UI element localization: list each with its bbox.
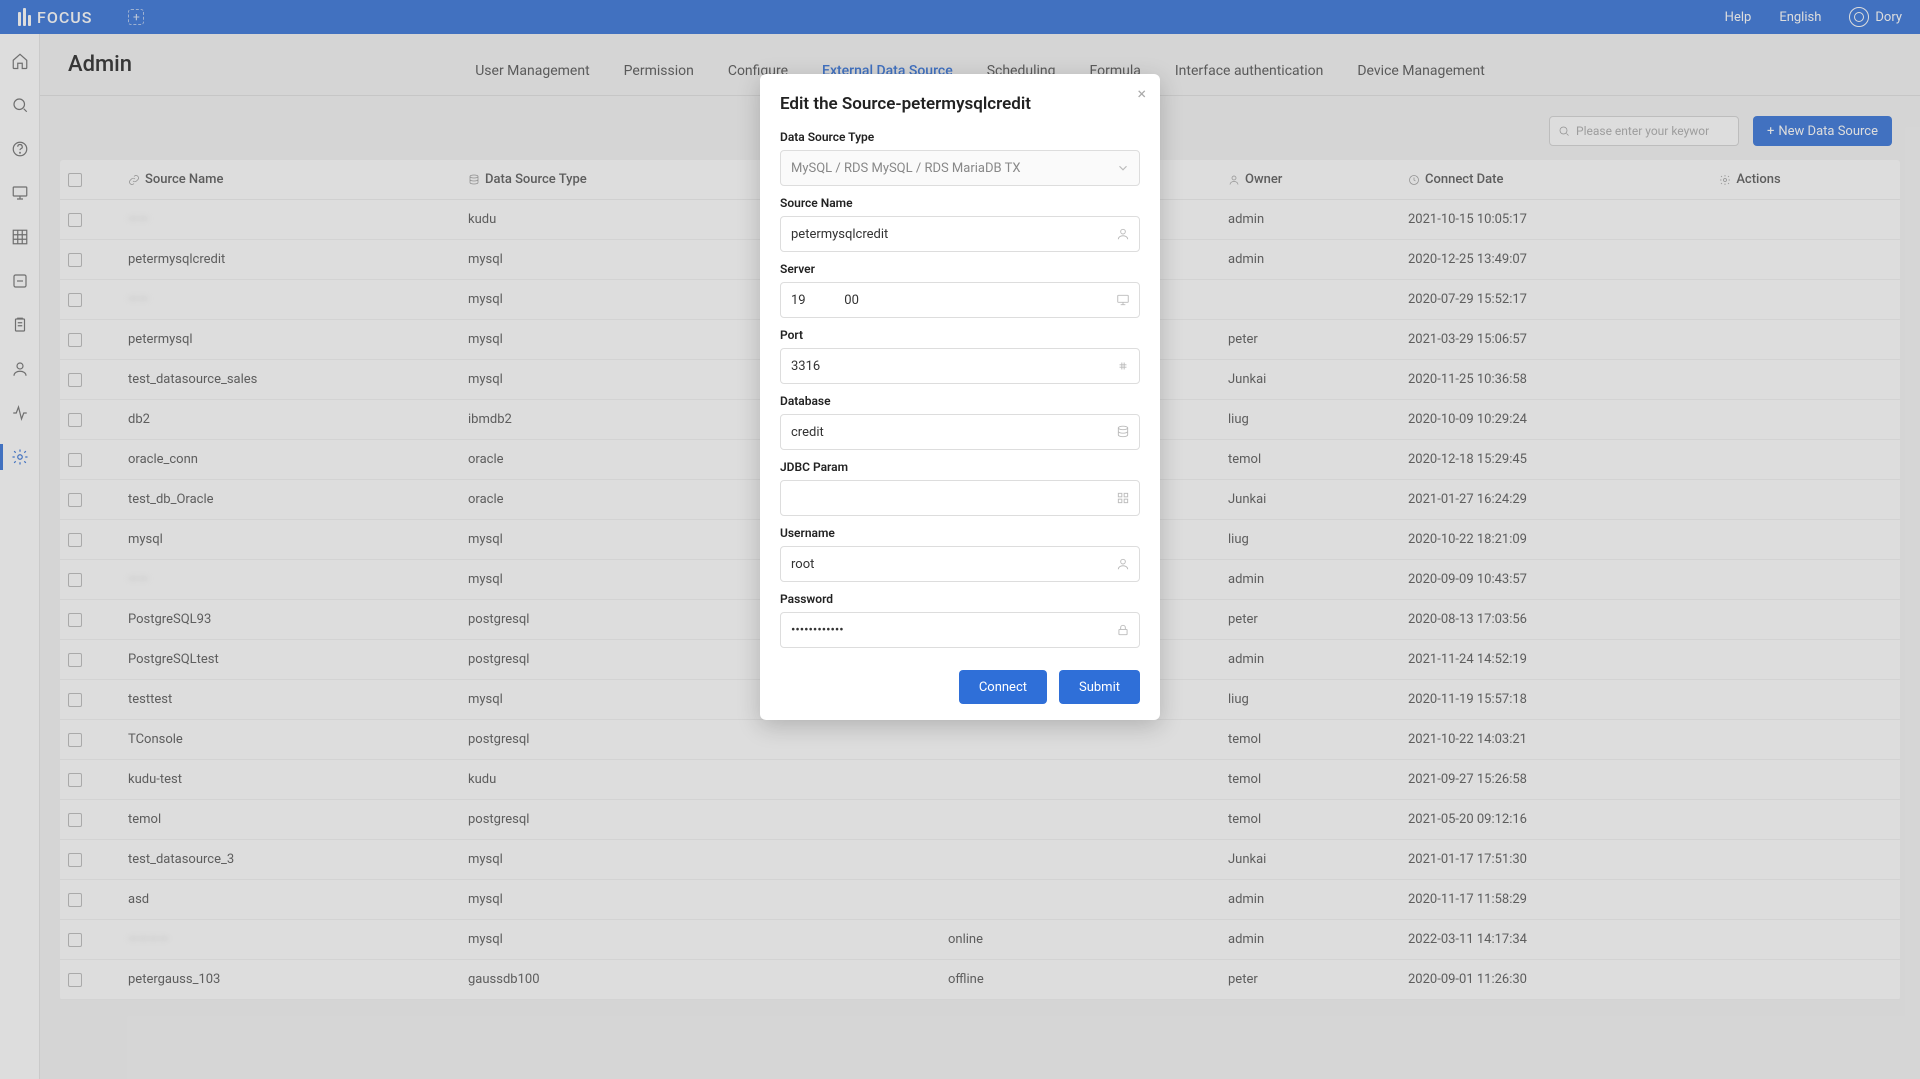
label-jdbc: JDBC Param (780, 460, 1140, 474)
ds-type-select[interactable] (780, 150, 1140, 186)
port-input[interactable] (780, 348, 1140, 384)
monitor-icon (1116, 293, 1130, 307)
label-password: Password (780, 592, 1140, 606)
label-username: Username (780, 526, 1140, 540)
username-input[interactable] (780, 546, 1140, 582)
connect-button[interactable]: Connect (959, 670, 1047, 704)
user-icon (1116, 227, 1130, 241)
edit-source-modal: × Edit the Source-petermysqlcredit Data … (760, 74, 1160, 720)
label-database: Database (780, 394, 1140, 408)
label-port: Port (780, 328, 1140, 342)
jdbc-input[interactable] (780, 480, 1140, 516)
port-icon (1116, 359, 1130, 373)
database-icon (1116, 425, 1130, 439)
lock-icon (1116, 623, 1130, 637)
user-icon (1116, 557, 1130, 571)
label-source-name: Source Name (780, 196, 1140, 210)
database-input[interactable] (780, 414, 1140, 450)
source-name-input[interactable] (780, 216, 1140, 252)
close-icon[interactable]: × (1137, 84, 1146, 103)
submit-button[interactable]: Submit (1059, 670, 1140, 704)
modal-title: Edit the Source-petermysqlcredit (780, 94, 1140, 114)
modal-overlay: × Edit the Source-petermysqlcredit Data … (0, 0, 1920, 1079)
server-input[interactable] (780, 282, 1140, 318)
password-input[interactable] (780, 612, 1140, 648)
grid-icon (1116, 491, 1130, 505)
chevron-down-icon (1116, 161, 1130, 175)
label-ds-type: Data Source Type (780, 130, 1140, 144)
label-server: Server (780, 262, 1140, 276)
